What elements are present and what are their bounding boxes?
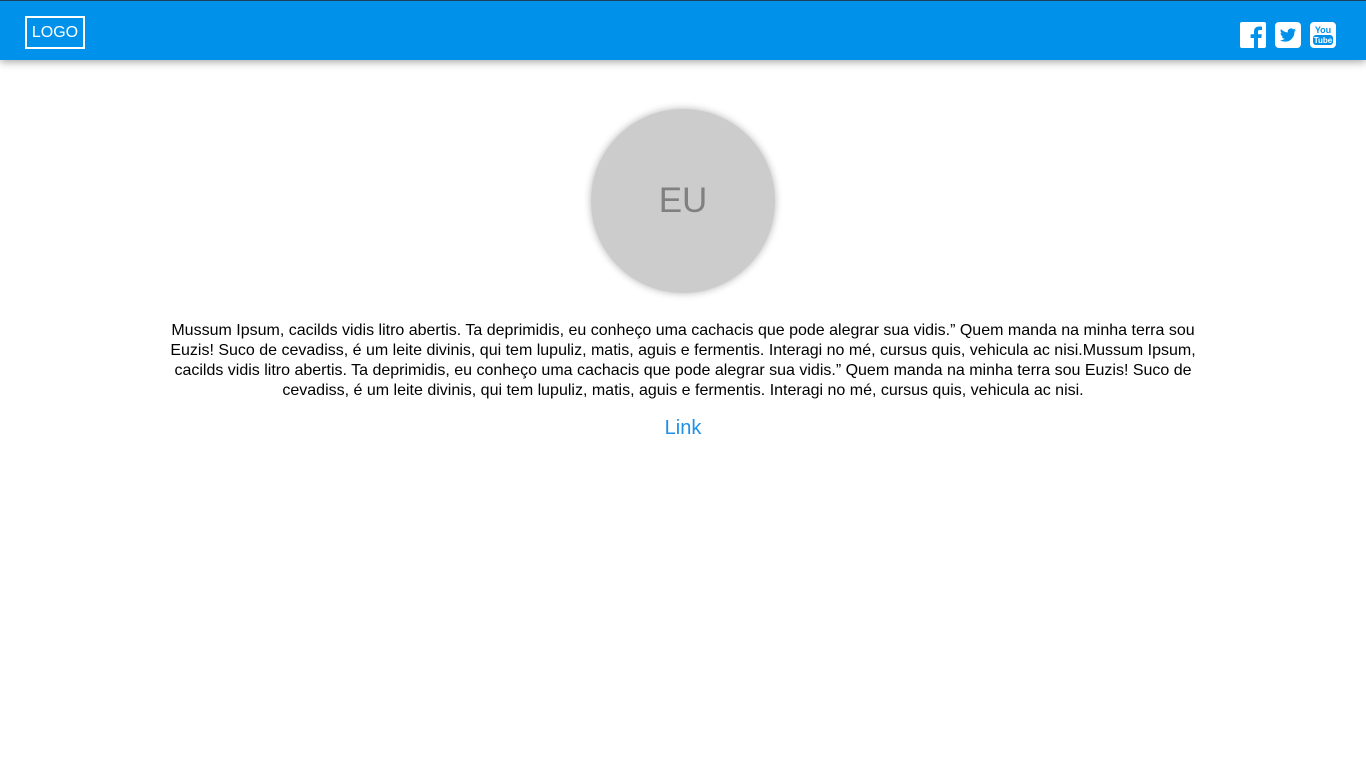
logo[interactable]: LOGO — [25, 16, 85, 49]
svg-text:You: You — [1315, 25, 1331, 35]
youtube-link[interactable]: You Tube — [1310, 22, 1336, 48]
main-content: EU Mussum Ipsum, cacilds vidis litro abe… — [0, 60, 1366, 768]
svg-text:Tube: Tube — [1314, 36, 1333, 45]
twitter-icon — [1275, 22, 1301, 48]
site-header: LOGO You Tube — [0, 0, 1366, 60]
facebook-link[interactable] — [1240, 22, 1266, 48]
avatar: EU — [591, 109, 775, 293]
bio-text: Mussum Ipsum, cacilds vidis litro aberti… — [170, 322, 1196, 399]
youtube-icon: You Tube — [1310, 22, 1336, 48]
social-links: You Tube — [1240, 22, 1336, 48]
twitter-link[interactable] — [1275, 22, 1301, 48]
facebook-icon — [1240, 22, 1266, 48]
profile-link[interactable]: Link — [0, 416, 1366, 440]
